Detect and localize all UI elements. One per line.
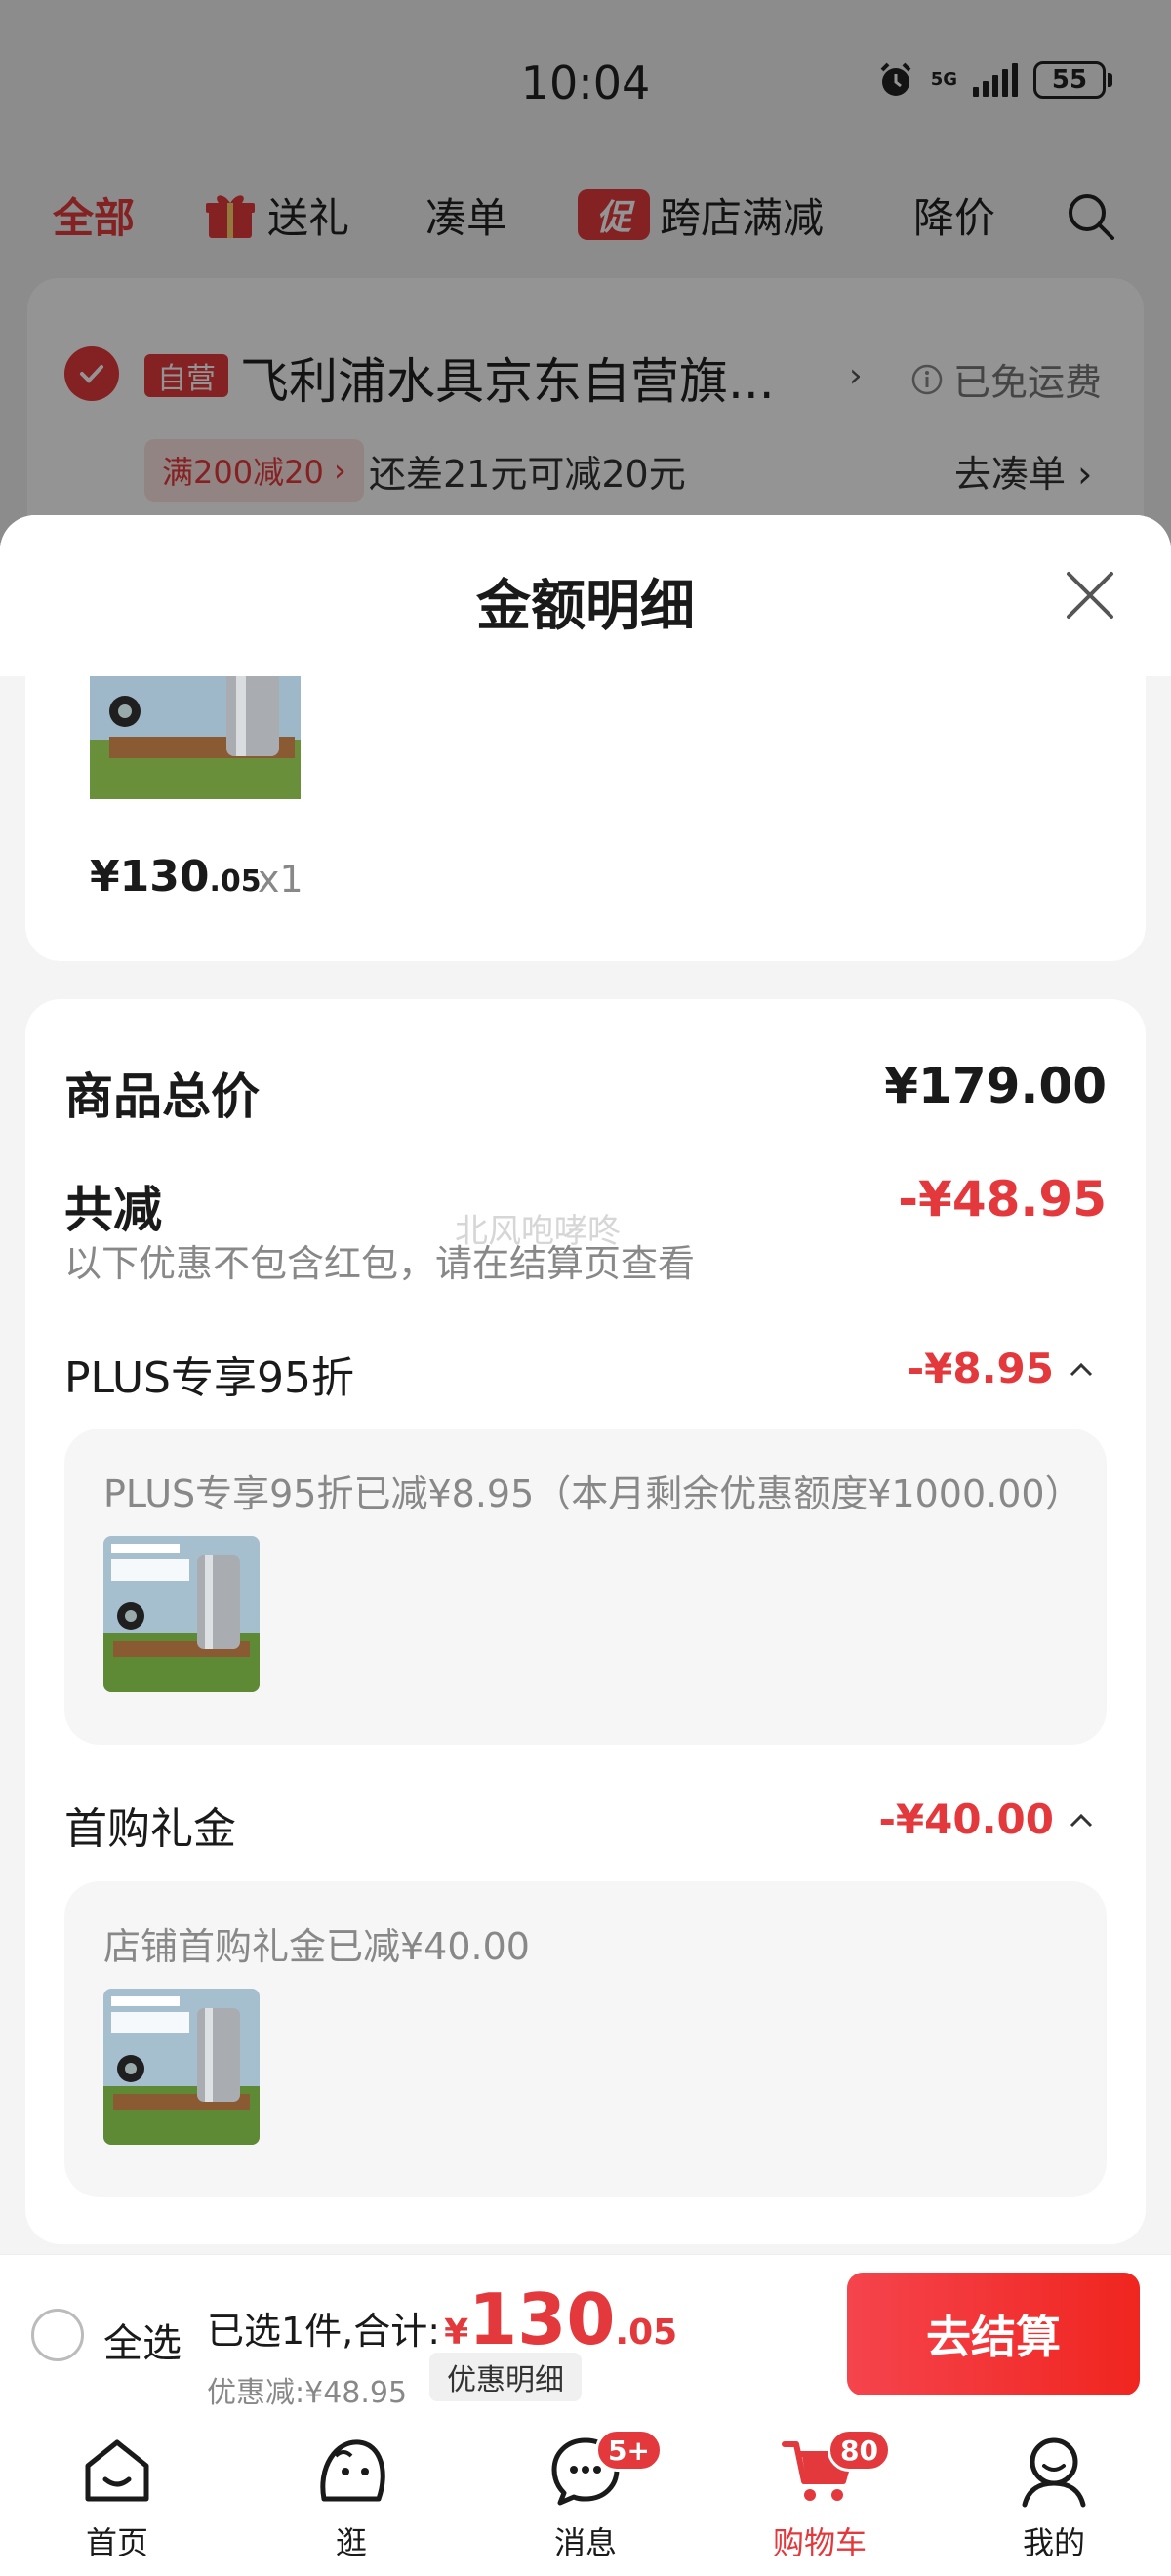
product-thumbnail-small[interactable] bbox=[103, 1989, 260, 2145]
first-buy-gift-value: -¥40.00 bbox=[878, 1795, 1054, 1843]
total-int: 130 bbox=[468, 2278, 616, 2360]
nav-cart[interactable]: 购物车 80 bbox=[742, 2429, 898, 2575]
caret-up-icon bbox=[1070, 1813, 1093, 1827]
first-buy-gift-detail: 店铺首购礼金已减¥40.00 bbox=[64, 1881, 1107, 2197]
discount-detail-button[interactable]: 优惠明细 bbox=[429, 2353, 582, 2401]
product-quantity: x1 bbox=[258, 858, 303, 901]
amount-detail-sheet: 金额明细 ¥130.05 x1 商品总价 ¥179.00 共减 -¥48.95 … bbox=[0, 515, 1171, 2254]
messages-badge: 5+ bbox=[595, 2429, 663, 2472]
amount-detail-card: 商品总价 ¥179.00 共减 -¥48.95 以下优惠不包含红包，请在结算页查… bbox=[25, 999, 1146, 2244]
home-icon bbox=[85, 2439, 149, 2502]
total-dec: .05 bbox=[615, 2313, 678, 2353]
profile-icon bbox=[1022, 2437, 1086, 2508]
nav-home-label: 首页 bbox=[85, 2524, 148, 2561]
product-price-dec: .05 bbox=[209, 865, 262, 899]
nav-home[interactable]: 首页 bbox=[39, 2429, 195, 2575]
plus-discount-toggle[interactable]: -¥8.95 bbox=[908, 1345, 1095, 1392]
select-all-radio[interactable] bbox=[31, 2309, 84, 2361]
selected-text: 已选1件,合计: bbox=[207, 2310, 441, 2353]
first-buy-gift-detail-text: 店铺首购礼金已减¥40.00 bbox=[103, 1925, 530, 1968]
first-buy-gift-label: 首购礼金 bbox=[64, 1804, 236, 1854]
plus-discount-label: PLUS专享95折 bbox=[64, 1353, 354, 1403]
plus-discount-value: -¥8.95 bbox=[907, 1345, 1054, 1392]
product-thumbnail-small[interactable] bbox=[103, 1536, 260, 1692]
total-yen: ¥ bbox=[444, 2313, 469, 2353]
goods-total-value: ¥179.00 bbox=[884, 1058, 1107, 1114]
checkout-button[interactable]: 去结算 bbox=[847, 2273, 1140, 2395]
selected-total: 已选1件,合计: ¥ 130 .05 bbox=[207, 2284, 677, 2355]
first-buy-gift-toggle[interactable]: -¥40.00 bbox=[878, 1795, 1095, 1843]
nav-profile[interactable]: 我的 bbox=[976, 2429, 1132, 2575]
caret-up-icon bbox=[1070, 1362, 1093, 1376]
product-price: ¥130.05 bbox=[90, 852, 262, 902]
product-price-int: ¥130 bbox=[90, 852, 210, 902]
nav-messages[interactable]: 消息 5+ bbox=[507, 2429, 664, 2575]
discount-text: 优惠减:¥48.95 bbox=[207, 2376, 408, 2410]
goods-total-label: 商品总价 bbox=[64, 1068, 260, 1125]
plus-discount-detail-text: PLUS专享95折已减¥8.95（本月剩余优惠额度¥1000.00） bbox=[103, 1472, 1082, 1515]
bottom-nav: 首页 逛 消息 5+ 购物车 80 我的 bbox=[0, 2415, 1171, 2576]
sheet-title: 金额明细 bbox=[476, 575, 695, 638]
stroll-icon bbox=[320, 2439, 385, 2502]
sheet-header: 金额明细 bbox=[0, 515, 1171, 676]
nav-messages-label: 消息 bbox=[553, 2524, 617, 2561]
cart-badge: 80 bbox=[828, 2429, 891, 2472]
product-card: ¥130.05 x1 bbox=[25, 676, 1146, 961]
nav-profile-label: 我的 bbox=[1022, 2524, 1085, 2561]
total-reduce-label: 共减 bbox=[64, 1182, 162, 1238]
nav-cart-label: 购物车 bbox=[772, 2524, 867, 2561]
dim-overlay[interactable] bbox=[0, 0, 1171, 546]
product-thumbnail[interactable] bbox=[90, 676, 301, 799]
close-icon[interactable] bbox=[1059, 564, 1121, 626]
nav-stroll-label: 逛 bbox=[335, 2524, 367, 2561]
watermark: 北风咆哮咚 bbox=[455, 1212, 621, 1251]
select-all-label[interactable]: 全选 bbox=[103, 2312, 182, 2368]
checkout-bar: 全选 已选1件,合计: ¥ 130 .05 优惠减:¥48.95 优惠明细 去结… bbox=[0, 2254, 1171, 2415]
nav-stroll[interactable]: 逛 bbox=[273, 2429, 429, 2575]
plus-discount-detail: PLUS专享95折已减¥8.95（本月剩余优惠额度¥1000.00） bbox=[64, 1429, 1107, 1745]
total-reduce-value: -¥48.95 bbox=[898, 1171, 1107, 1228]
